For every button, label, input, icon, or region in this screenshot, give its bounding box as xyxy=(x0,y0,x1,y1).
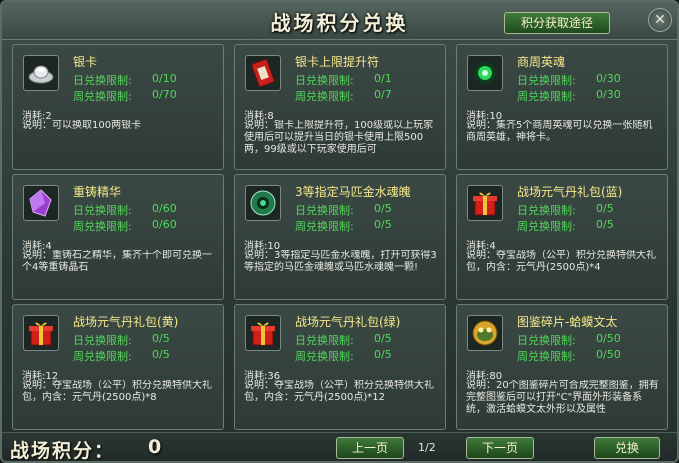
next-page-button[interactable]: 下一页 xyxy=(466,437,534,459)
weekly-limit: 周兑换限制: 0/5 xyxy=(73,348,170,363)
footer-bar: 战场积分： 0 上一页 1/2 下一页 兑换 xyxy=(2,432,677,462)
daily-limit: 日兑换限制: 0/50 xyxy=(517,332,621,347)
item-description: 说明：夺宝战场（公平）积分兑换特供大礼包，内含：元气丹(2500点)*8 xyxy=(22,380,212,403)
exchange-window: 战场积分兑换 积分获取途径 ✕ 银卡 日兑换限制: 0/10 周兑换限制: 0/70… xyxy=(0,0,679,463)
item-description: 说明：集齐5个商周英魂可以兑换一张随机商周英雄，神将卡。 xyxy=(466,120,653,143)
weekly-limit: 周兑换限制: 0/60 xyxy=(73,218,177,233)
item-description: 说明：银卡上限提升符，100级或以上玩家使用后可以提升当日的银卡使用上限500两… xyxy=(244,120,434,155)
weekly-limit: 周兑换限制: 0/7 xyxy=(295,88,392,103)
item-description: 说明：夺宝战场（公平）积分兑换特供大礼包，内含：元气丹(2500点)*12 xyxy=(244,380,434,403)
exchange-button[interactable]: 兑换 xyxy=(594,437,660,459)
weekly-limit: 周兑换限制: 0/5 xyxy=(517,218,614,233)
weekly-limit: 周兑换限制: 0/5 xyxy=(295,218,392,233)
points-label: 战场积分： xyxy=(10,440,116,462)
item-name: 3等指定马匹金水魂魄 xyxy=(295,185,411,199)
item-card[interactable]: 重铸精华 日兑换限制: 0/60 周兑换限制: 0/60 消耗:4 说明：重铸石之精… xyxy=(12,174,224,300)
weekly-limit: 周兑换限制: 0/70 xyxy=(73,88,177,103)
gift-box-icon xyxy=(23,315,59,351)
daily-limit: 日兑换限制: 0/1 xyxy=(295,72,392,87)
item-name: 银卡上限提升符 xyxy=(295,55,380,69)
toad-fragment-icon xyxy=(467,315,503,351)
weekly-limit: 周兑换限制: 0/30 xyxy=(517,88,621,103)
item-description: 说明：20个图鉴碎片可合成完整图鉴，拥有完整图鉴后可以打开"C"界面外形装备系统… xyxy=(466,380,659,415)
page-indicator: 1/2 xyxy=(418,441,436,454)
item-name: 战场元气丹礼包(黄) xyxy=(73,315,179,329)
close-button[interactable]: ✕ xyxy=(648,8,672,32)
daily-limit: 日兑换限制: 0/5 xyxy=(517,202,614,217)
item-name: 战场元气丹礼包(蓝) xyxy=(517,185,623,199)
item-name: 图鉴碎片-蛤蟆文太 xyxy=(517,315,618,329)
green-soul-orb-icon xyxy=(467,55,503,91)
points-route-button[interactable]: 积分获取途径 xyxy=(504,12,610,34)
item-card[interactable]: 图鉴碎片-蛤蟆文太 日兑换限制: 0/50 周兑换限制: 0/50 消耗:80 说明… xyxy=(456,304,668,430)
item-name: 商周英魂 xyxy=(517,55,566,69)
daily-limit: 日兑换限制: 0/5 xyxy=(295,332,392,347)
daily-limit: 日兑换限制: 0/30 xyxy=(517,72,621,87)
item-card[interactable]: 3等指定马匹金水魂魄 日兑换限制: 0/5 周兑换限制: 0/5 消耗:10 说明：… xyxy=(234,174,446,300)
item-card[interactable]: 银卡上限提升符 日兑换限制: 0/1 周兑换限制: 0/7 消耗:8 说明：银卡上限… xyxy=(234,44,446,170)
weekly-limit: 周兑换限制: 0/50 xyxy=(517,348,621,363)
item-grid: 银卡 日兑换限制: 0/10 周兑换限制: 0/70 消耗:2 说明：可以换取100… xyxy=(12,44,672,432)
daily-limit: 日兑换限制: 0/10 xyxy=(73,72,177,87)
jade-disc-icon xyxy=(245,185,281,221)
daily-limit: 日兑换限制: 0/60 xyxy=(73,202,177,217)
item-card[interactable]: 银卡 日兑换限制: 0/10 周兑换限制: 0/70 消耗:2 说明：可以换取100… xyxy=(12,44,224,170)
silver-ingot-icon xyxy=(23,55,59,91)
item-description: 说明：可以换取100两银卡 xyxy=(22,120,142,131)
purple-crystal-icon xyxy=(23,185,59,221)
item-name: 重铸精华 xyxy=(73,185,122,199)
item-description: 说明：夺宝战场（公平）积分兑换特供大礼包，内含：元气丹(2500点)*4 xyxy=(466,250,656,273)
daily-limit: 日兑换限制: 0/5 xyxy=(73,332,170,347)
item-description: 说明：3等指定马匹金水魂魄，打开可获得3等指定的马匹金魂魄或马匹水魂魄一颗! xyxy=(244,250,437,273)
item-name: 银卡 xyxy=(73,55,98,69)
item-name: 战场元气丹礼包(绿) xyxy=(295,315,401,329)
item-card[interactable]: 商周英魂 日兑换限制: 0/30 周兑换限制: 0/30 消耗:10 说明：集齐5个… xyxy=(456,44,668,170)
prev-page-button[interactable]: 上一页 xyxy=(336,437,404,459)
red-talisman-icon xyxy=(245,55,281,91)
gift-box-icon xyxy=(245,315,281,351)
daily-limit: 日兑换限制: 0/5 xyxy=(295,202,392,217)
weekly-limit: 周兑换限制: 0/5 xyxy=(295,348,392,363)
item-card[interactable]: 战场元气丹礼包(蓝) 日兑换限制: 0/5 周兑换限制: 0/5 消耗:4 说明：夺… xyxy=(456,174,668,300)
item-card[interactable]: 战场元气丹礼包(绿) 日兑换限制: 0/5 周兑换限制: 0/5 消耗:36 说明：… xyxy=(234,304,446,430)
title-bar: 战场积分兑换 积分获取途径 ✕ xyxy=(2,2,677,40)
points-value: 0 xyxy=(148,436,162,458)
gift-box-icon xyxy=(467,185,503,221)
close-icon: ✕ xyxy=(654,12,666,28)
item-description: 说明：重铸石之精华，集齐十个即可兑换一个4等重铸晶石 xyxy=(22,250,212,273)
item-card[interactable]: 战场元气丹礼包(黄) 日兑换限制: 0/5 周兑换限制: 0/5 消耗:12 说明：… xyxy=(12,304,224,430)
